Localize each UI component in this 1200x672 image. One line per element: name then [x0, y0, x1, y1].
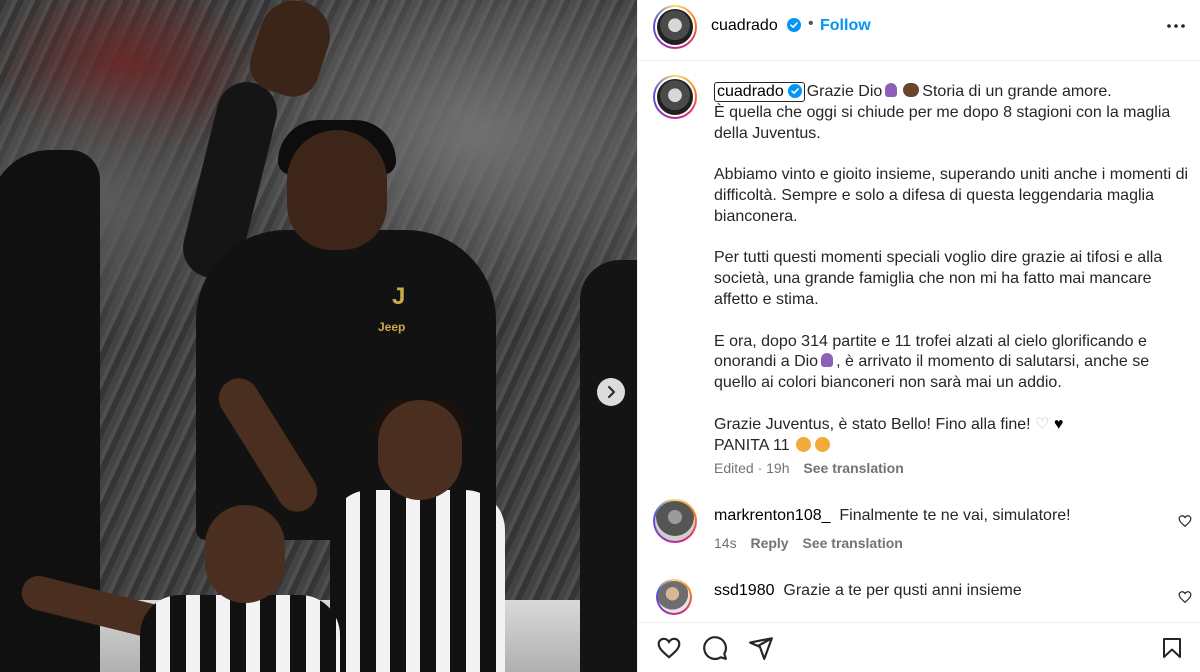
- header-username[interactable]: cuadrado: [711, 17, 778, 35]
- comment-text: Finalmente te ne vai, simulatore!: [839, 507, 1071, 524]
- player-face: [287, 130, 387, 250]
- sponsor-logo: Jeep: [378, 320, 406, 334]
- caption-text: cuadrado Grazie Dio Storia di un grande am…: [714, 82, 1189, 454]
- share-icon[interactable]: [748, 635, 774, 661]
- caption-meta: Edited · 19h See translation: [714, 460, 904, 476]
- heart-icon[interactable]: [656, 635, 682, 661]
- comment-username[interactable]: markrenton108_: [714, 507, 831, 524]
- praying-hands-icon: [885, 83, 898, 97]
- post-header: cuadrado • Follow: [638, 0, 1200, 61]
- post-photo[interactable]: J Jeep: [0, 0, 637, 672]
- caption-username[interactable]: cuadrado: [714, 82, 805, 102]
- juventus-logo: J: [392, 283, 406, 310]
- avatar[interactable]: [653, 75, 697, 119]
- more-options-icon[interactable]: [1166, 18, 1186, 34]
- flexed-biceps-icon: [903, 83, 920, 97]
- verified-badge-icon: [787, 18, 801, 32]
- comment-time: 14s: [714, 535, 737, 551]
- comment-text: Grazie a te per qusti anni insieme: [783, 582, 1022, 599]
- follow-button[interactable]: Follow: [820, 17, 871, 35]
- bookmark-icon[interactable]: [1160, 635, 1184, 661]
- comment-username[interactable]: ssd1980: [714, 582, 775, 599]
- edited-timestamp: Edited · 19h: [714, 460, 790, 476]
- black-heart-icon: ♥: [1053, 415, 1064, 433]
- post-details-panel: cuadrado • Follow cuadrado Grazie Dio Stor…: [637, 0, 1200, 672]
- instagram-post-view: J Jeep cuadrado • Follow cuadrado Grazie…: [0, 0, 1200, 672]
- disappointed-face-icon: [815, 436, 831, 452]
- separator-dot: •: [808, 15, 814, 32]
- girl-figure: [330, 490, 505, 672]
- like-comment-heart-icon[interactable]: [1178, 514, 1192, 528]
- right-player-figure: [580, 260, 637, 672]
- boy-figure: [140, 595, 340, 672]
- comment-icon[interactable]: [702, 635, 728, 661]
- chevron-right-icon: [608, 386, 615, 398]
- avatar[interactable]: [653, 499, 697, 543]
- see-translation-link[interactable]: See translation: [803, 460, 903, 476]
- avatar[interactable]: [653, 5, 697, 49]
- white-heart-icon: ♡: [1035, 415, 1050, 433]
- sad-face-icon: [796, 436, 812, 452]
- verified-badge-icon: [787, 84, 802, 98]
- avatar[interactable]: [656, 579, 692, 615]
- next-image-button[interactable]: [597, 378, 625, 406]
- see-translation-link[interactable]: See translation: [802, 535, 902, 551]
- like-comment-heart-icon[interactable]: [1178, 590, 1192, 604]
- reply-button[interactable]: Reply: [750, 535, 788, 551]
- post-actions-bar: [638, 622, 1200, 672]
- praying-hands-icon: [821, 353, 834, 368]
